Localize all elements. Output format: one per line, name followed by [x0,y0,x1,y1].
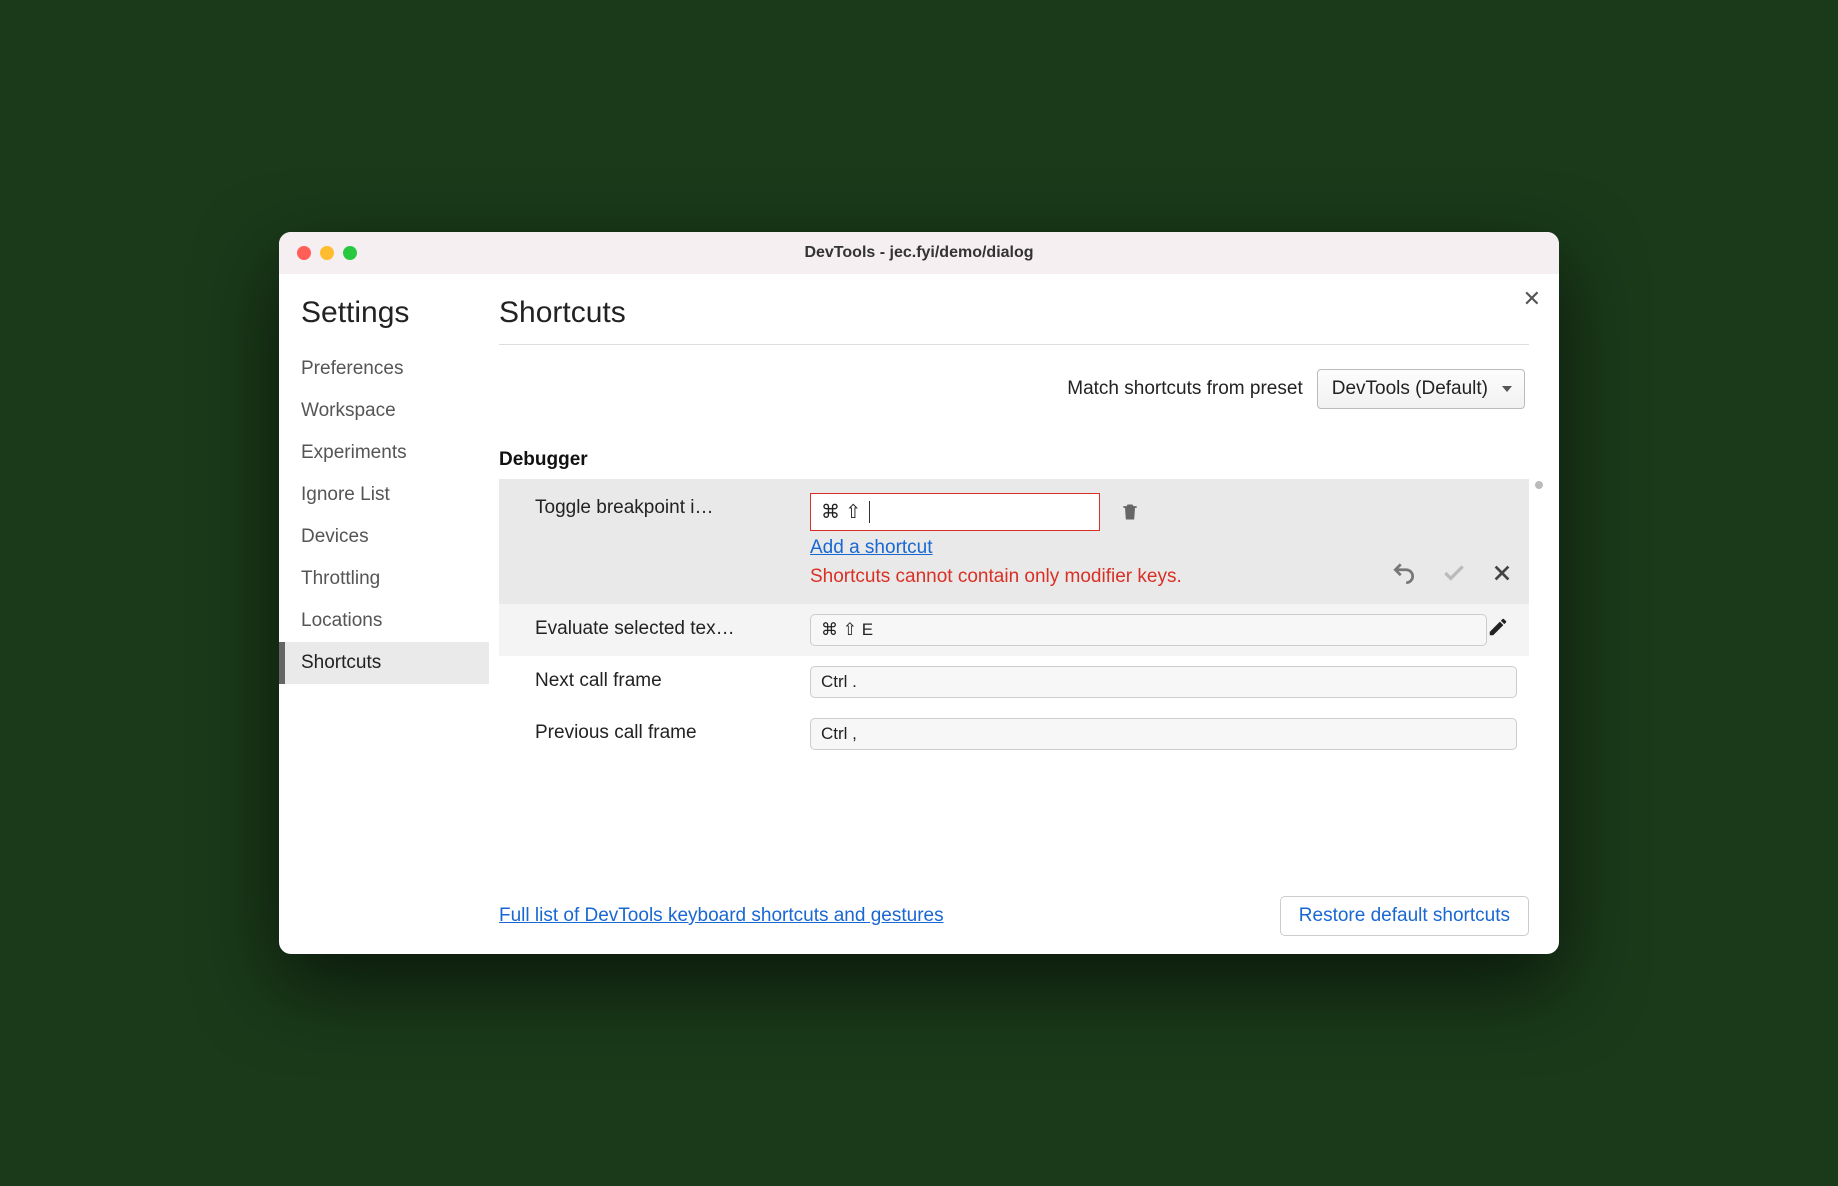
confirm-icon[interactable] [1441,560,1467,586]
cancel-icon[interactable] [1491,562,1513,584]
shortcut-kbd: Ctrl . [810,666,1517,698]
main-panel: Shortcuts Match shortcuts from preset De… [489,274,1559,954]
text-cursor [869,501,870,523]
preset-value: DevTools (Default) [1332,378,1488,399]
settings-sidebar: Settings Preferences Workspace Experimen… [279,274,489,954]
shortcut-label: Previous call frame [535,718,810,744]
sidebar-item-throttling[interactable]: Throttling [279,558,489,600]
preset-select[interactable]: DevTools (Default) [1317,369,1525,409]
window-minimize-button[interactable] [320,246,334,260]
shortcut-label: Next call frame [535,666,810,692]
sidebar-item-experiments[interactable]: Experiments [279,432,489,474]
section-title: Debugger [499,449,1529,471]
sidebar-item-devices[interactable]: Devices [279,516,489,558]
shortcut-row: Evaluate selected tex… ⌘ ⇧ E [499,604,1529,656]
shortcut-input-value: ⌘ ⇧ [821,501,861,524]
error-message: Shortcuts cannot contain only modifier k… [810,565,1230,590]
sidebar-item-workspace[interactable]: Workspace [279,390,489,432]
traffic-lights [279,246,357,260]
shortcut-rows: Toggle breakpoint i… ⌘ ⇧ Add a shortcut [499,479,1529,760]
shortcut-input[interactable]: ⌘ ⇧ [810,493,1100,531]
devtools-window: DevTools - jec.fyi/demo/dialog ✕ Setting… [279,232,1559,954]
edit-icon[interactable] [1487,616,1509,638]
window-close-button[interactable] [297,246,311,260]
sidebar-item-shortcuts[interactable]: Shortcuts [279,642,489,684]
shortcut-row: Next call frame Ctrl . [499,656,1529,708]
scrollbar-thumb[interactable] [1535,481,1543,489]
sidebar-item-ignore-list[interactable]: Ignore List [279,474,489,516]
shortcut-kbd: ⌘ ⇧ E [810,614,1487,646]
sidebar-item-preferences[interactable]: Preferences [279,348,489,390]
window-title: DevTools - jec.fyi/demo/dialog [279,244,1559,262]
footer: Full list of DevTools keyboard shortcuts… [499,866,1529,936]
shortcut-row-editing: Toggle breakpoint i… ⌘ ⇧ Add a shortcut [499,479,1529,604]
trash-icon[interactable] [1120,501,1140,523]
preset-label: Match shortcuts from preset [1067,378,1302,400]
shortcut-label: Evaluate selected tex… [535,614,810,640]
titlebar: DevTools - jec.fyi/demo/dialog [279,232,1559,274]
window-zoom-button[interactable] [343,246,357,260]
sidebar-item-locations[interactable]: Locations [279,600,489,642]
full-list-link[interactable]: Full list of DevTools keyboard shortcuts… [499,905,944,927]
add-shortcut-link[interactable]: Add a shortcut [810,537,933,559]
divider [499,344,1529,345]
shortcut-label: Toggle breakpoint i… [535,493,810,519]
restore-defaults-button[interactable]: Restore default shortcuts [1280,896,1529,936]
undo-icon[interactable] [1391,560,1417,586]
shortcut-row: Previous call frame Ctrl , [499,708,1529,760]
settings-heading: Settings [279,296,489,330]
page-title: Shortcuts [499,296,1529,330]
shortcut-kbd: Ctrl , [810,718,1517,750]
preset-row: Match shortcuts from preset DevTools (De… [499,369,1529,409]
